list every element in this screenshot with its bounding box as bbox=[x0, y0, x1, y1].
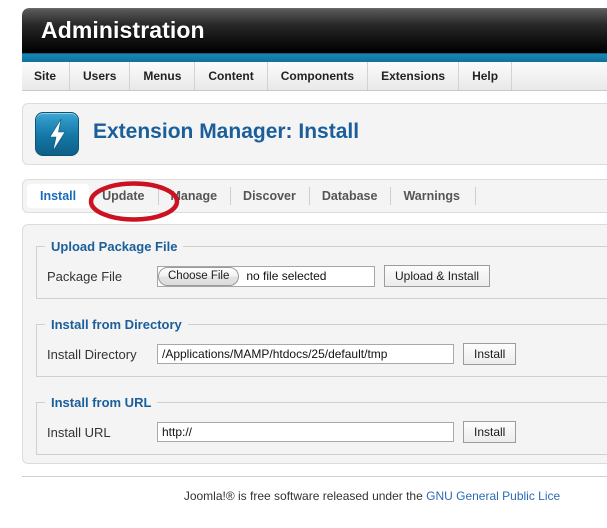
install-directory-label: Install Directory bbox=[47, 346, 137, 362]
upload-package-group: Upload Package File Package File Choose … bbox=[36, 239, 607, 299]
gpl-license-link[interactable]: GNU General Public Lice bbox=[426, 489, 560, 503]
menu-item-menus[interactable]: Menus bbox=[130, 62, 196, 90]
install-from-directory-group: Install from Directory Install Directory… bbox=[36, 317, 607, 377]
tab-label: Warnings bbox=[403, 189, 460, 203]
choose-file-button[interactable]: Choose File bbox=[158, 266, 240, 286]
menu-item-label: Extensions bbox=[381, 69, 446, 83]
extension-tabs: Install Update Manage Discover Database … bbox=[22, 179, 607, 213]
window-title: Administration bbox=[41, 17, 205, 43]
upload-package-legend: Upload Package File bbox=[51, 239, 178, 254]
lightning-bolt-icon bbox=[35, 112, 79, 156]
upload-package-row: Package File Choose File no file selecte… bbox=[37, 254, 607, 298]
menu-item-label: Help bbox=[472, 69, 499, 83]
menu-item-label: Content bbox=[208, 69, 254, 83]
tab-label: Install bbox=[40, 189, 77, 203]
tab-label: Manage bbox=[170, 189, 218, 203]
file-status-text: no file selected bbox=[246, 269, 327, 283]
install-url-button[interactable]: Install bbox=[463, 421, 517, 443]
menubar-filler bbox=[512, 62, 607, 90]
menu-item-label: Components bbox=[280, 69, 355, 83]
upload-and-install-label: Upload & Install bbox=[395, 269, 480, 283]
install-form-panel: Upload Package File Package File Choose … bbox=[22, 224, 607, 464]
main-menubar: Site Users Menus Content Components Exte… bbox=[22, 62, 607, 91]
menu-item-label: Site bbox=[34, 69, 57, 83]
menu-item-content[interactable]: Content bbox=[195, 62, 268, 90]
menu-item-label: Users bbox=[83, 69, 117, 83]
install-from-url-group: Install from URL Install URL Install bbox=[36, 395, 607, 455]
footer-text: Joomla!® is free software released under… bbox=[22, 489, 607, 503]
install-url-input[interactable] bbox=[157, 422, 454, 442]
menu-item-site[interactable]: Site bbox=[22, 62, 71, 90]
page-header-box: Extension Manager: Install bbox=[22, 103, 607, 165]
tab-label: Discover bbox=[243, 189, 296, 203]
footer-text-static: Joomla!® is free software released under… bbox=[183, 489, 427, 503]
page-body: Extension Manager: Install Install Updat… bbox=[22, 91, 607, 528]
footer-divider bbox=[22, 476, 607, 477]
package-file-input[interactable]: Choose File no file selected bbox=[157, 265, 375, 287]
tab-label: Database bbox=[321, 189, 378, 203]
tab-install[interactable]: Install bbox=[27, 184, 90, 208]
tab-separator bbox=[474, 187, 476, 205]
package-file-label: Package File bbox=[47, 268, 123, 284]
window-titlebar: Administration bbox=[22, 8, 607, 53]
tab-discover[interactable]: Discover bbox=[230, 184, 309, 208]
install-directory-button[interactable]: Install bbox=[463, 343, 517, 365]
tab-warnings[interactable]: Warnings bbox=[390, 184, 472, 208]
page-title: Extension Manager: Install bbox=[93, 120, 360, 143]
install-url-button-label: Install bbox=[474, 425, 506, 439]
menu-item-users[interactable]: Users bbox=[70, 62, 131, 90]
tab-database[interactable]: Database bbox=[308, 184, 391, 208]
screenshot-root: Administration Site Users Menus Content … bbox=[0, 0, 607, 528]
tab-label: Update bbox=[102, 189, 145, 203]
install-directory-button-label: Install bbox=[474, 347, 506, 361]
install-from-directory-legend: Install from Directory bbox=[51, 317, 182, 332]
install-from-url-legend: Install from URL bbox=[51, 395, 152, 410]
install-url-row: Install URL Install bbox=[37, 410, 607, 454]
menu-item-extensions[interactable]: Extensions bbox=[368, 62, 460, 90]
menu-item-label: Menus bbox=[143, 69, 182, 83]
tab-update[interactable]: Update bbox=[89, 184, 157, 208]
upload-and-install-button[interactable]: Upload & Install bbox=[384, 265, 491, 287]
install-directory-input[interactable] bbox=[157, 344, 454, 364]
install-directory-row: Install Directory Install bbox=[37, 332, 607, 376]
accent-strip bbox=[22, 53, 607, 62]
menu-item-components[interactable]: Components bbox=[268, 62, 369, 90]
tab-manage[interactable]: Manage bbox=[157, 184, 231, 208]
menu-item-help[interactable]: Help bbox=[459, 62, 513, 90]
choose-file-label: Choose File bbox=[168, 270, 230, 282]
admin-window: Administration Site Users Menus Content … bbox=[22, 8, 607, 528]
install-url-label: Install URL bbox=[47, 424, 111, 440]
